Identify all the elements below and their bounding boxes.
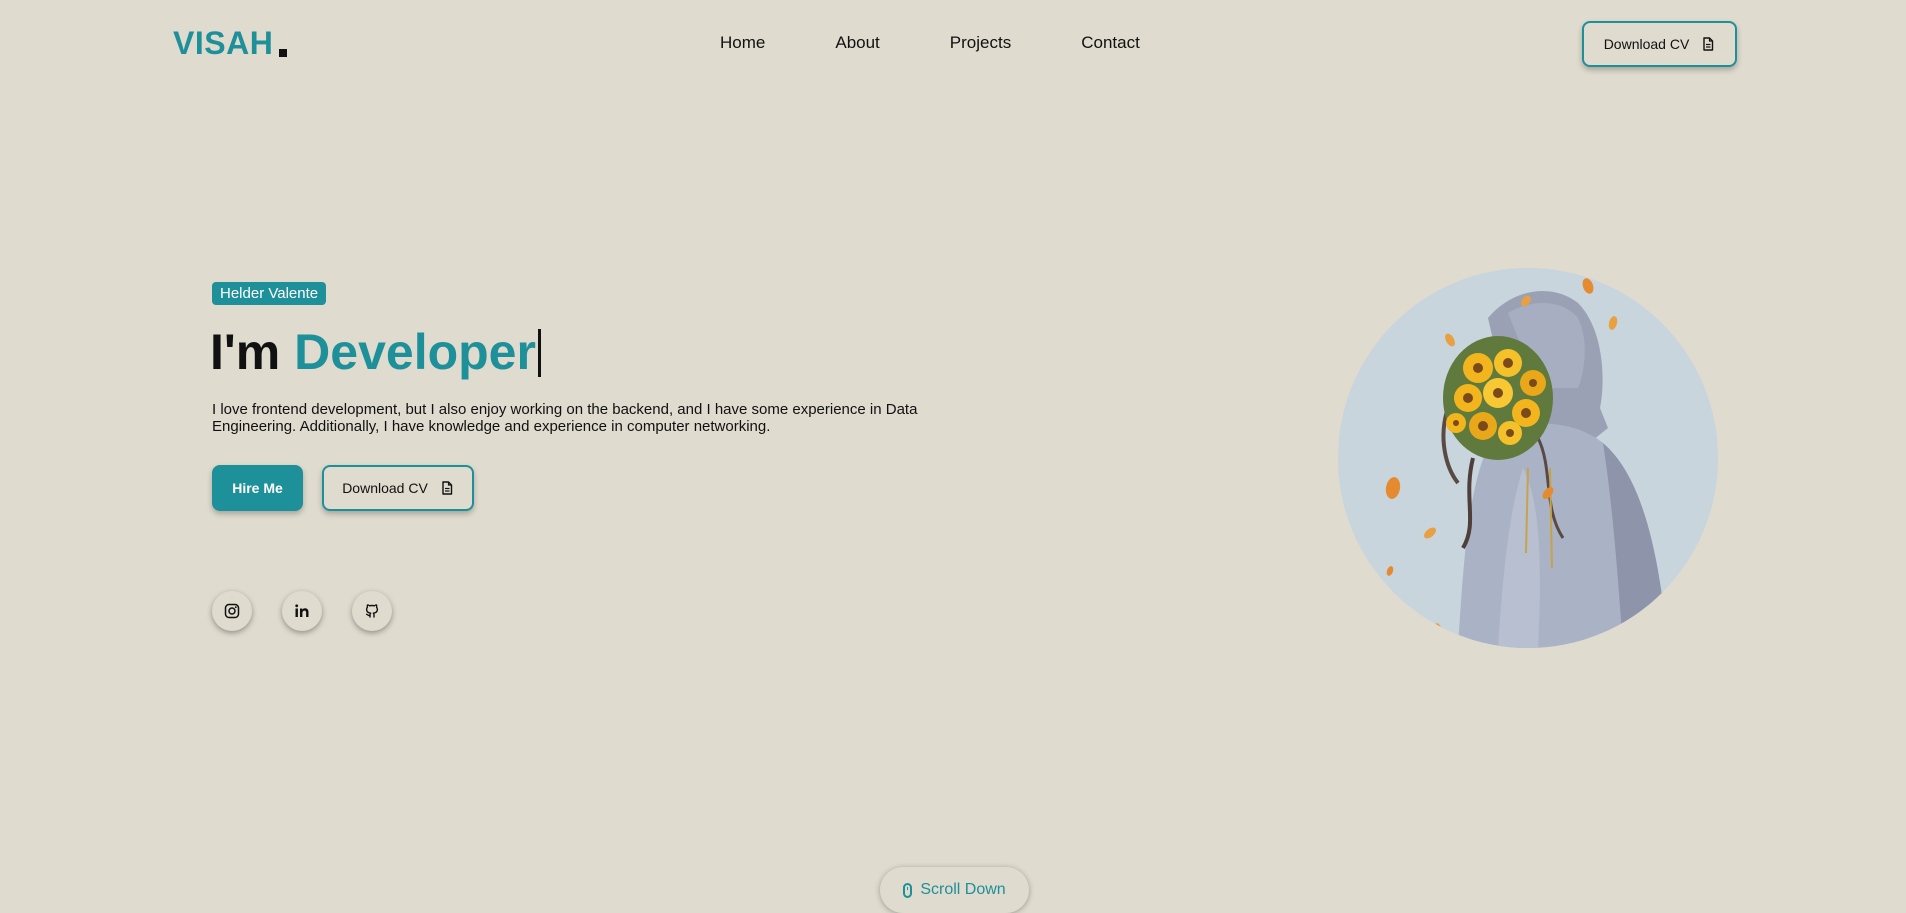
hero-intro: I love frontend development, but I also … — [212, 401, 918, 435]
logo-dot — [279, 49, 288, 57]
hire-me-button[interactable]: Hire Me — [212, 465, 303, 511]
mouse-icon — [903, 882, 913, 898]
hero-headline: I'm Developer — [210, 322, 541, 382]
hooded-figure-illustration — [1338, 268, 1718, 648]
document-icon — [442, 481, 452, 495]
nav-contact[interactable]: Contact — [1081, 33, 1140, 53]
hero-download-cv-label: Download CV — [342, 480, 428, 496]
linkedin-link[interactable] — [282, 591, 322, 631]
scroll-down-button[interactable]: Scroll Down — [880, 867, 1029, 913]
instagram-icon — [224, 603, 240, 619]
typing-cursor — [537, 329, 541, 377]
name-badge: Helder Valente — [212, 282, 327, 305]
hero-download-cv-button[interactable]: Download CV — [322, 465, 474, 511]
headline-role: Developer — [294, 324, 536, 380]
logo[interactable]: VISAH — [173, 25, 288, 61]
nav-projects[interactable]: Projects — [950, 33, 1011, 53]
hire-me-label: Hire Me — [232, 480, 283, 496]
nav-home[interactable]: Home — [720, 33, 765, 53]
scroll-down-label: Scroll Down — [920, 881, 1006, 898]
nav-about[interactable]: About — [835, 33, 879, 53]
github-icon — [365, 604, 379, 618]
document-icon — [1703, 37, 1714, 51]
profile-portrait — [1338, 268, 1718, 648]
header-download-cv-button[interactable]: Download CV — [1582, 21, 1737, 67]
header-download-cv-label: Download CV — [1603, 36, 1690, 52]
headline-prefix: I'm — [210, 324, 281, 380]
logo-text: VISAH — [173, 25, 274, 61]
linkedin-icon — [295, 604, 309, 617]
instagram-link[interactable] — [212, 591, 252, 631]
github-link[interactable] — [352, 591, 392, 631]
main-nav: Home About Projects Contact — [720, 33, 1140, 53]
